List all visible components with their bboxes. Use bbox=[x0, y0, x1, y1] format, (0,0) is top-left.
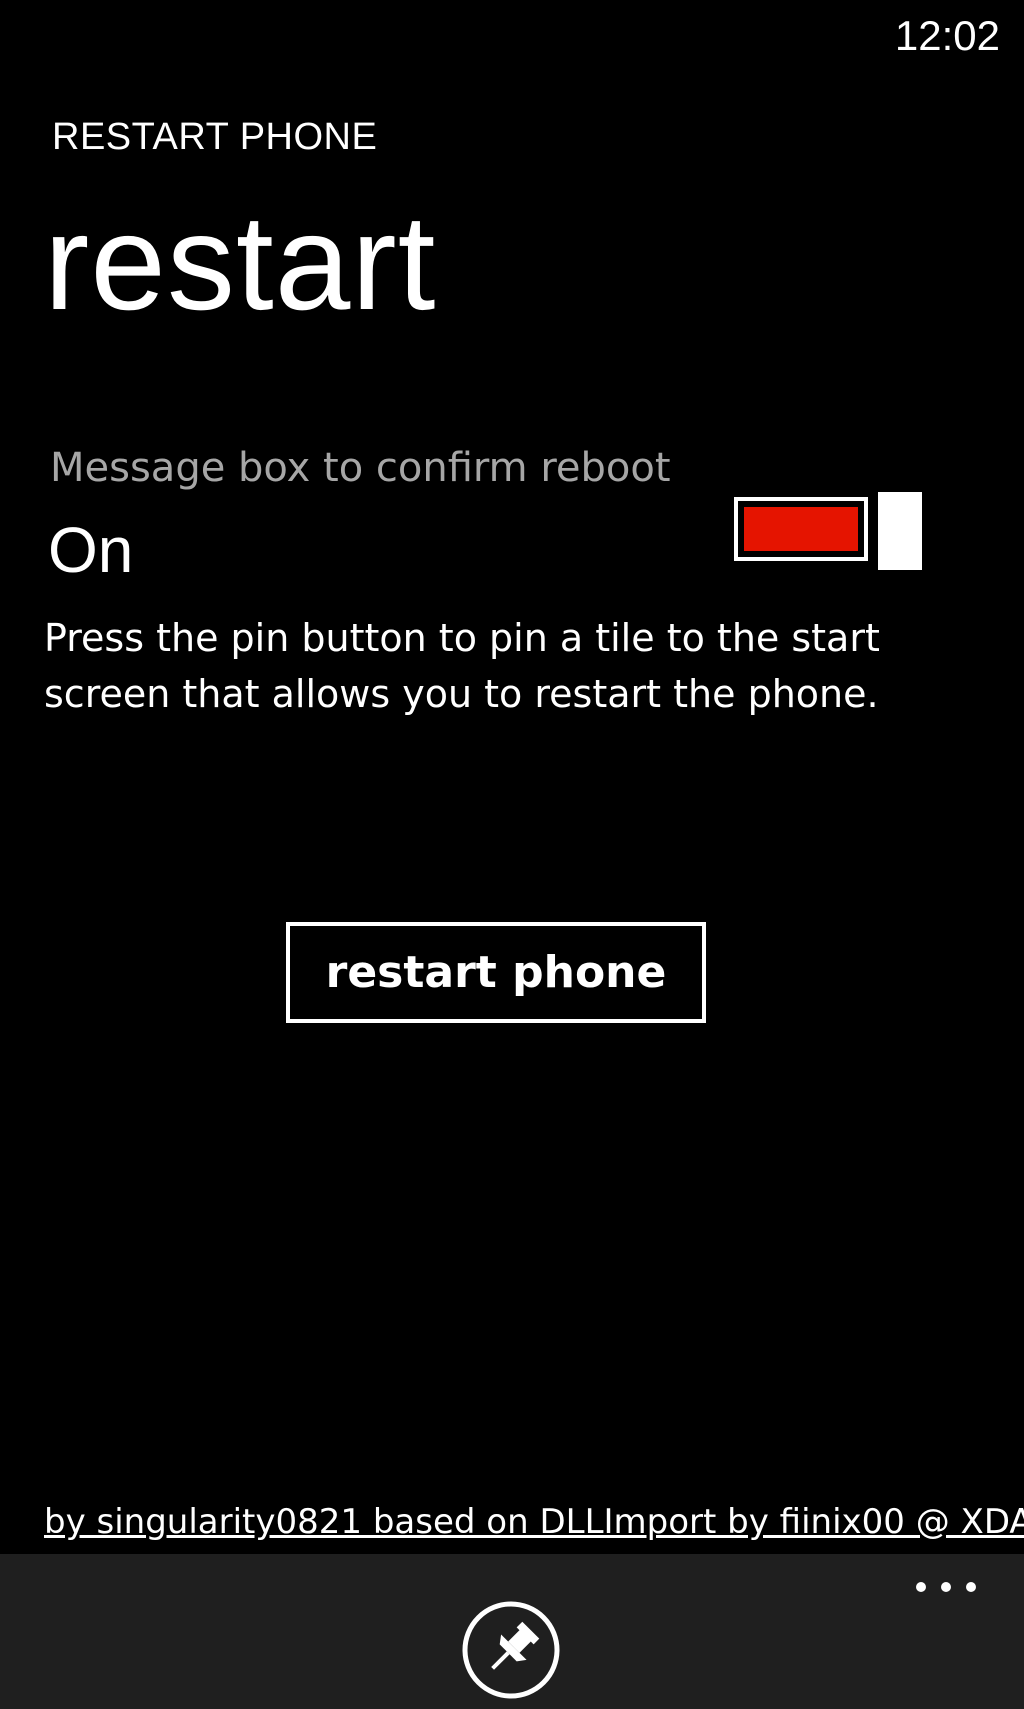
status-time: 12:02 bbox=[894, 12, 1000, 59]
confirm-reboot-value: On bbox=[48, 514, 134, 586]
toggle-fill bbox=[744, 507, 858, 551]
pin-button[interactable] bbox=[461, 1600, 561, 1700]
confirm-reboot-label: Message box to confirm reboot bbox=[50, 445, 671, 491]
app-bar bbox=[0, 1554, 1024, 1709]
ellipsis-dot bbox=[941, 1582, 951, 1592]
app-title: RESTART PHONE bbox=[52, 116, 378, 158]
confirm-reboot-toggle[interactable] bbox=[734, 492, 922, 570]
restart-phone-button[interactable]: restart phone bbox=[286, 922, 706, 1023]
ellipsis-icon[interactable] bbox=[916, 1572, 976, 1602]
ellipsis-dot bbox=[966, 1582, 976, 1592]
page-title: restart bbox=[44, 186, 437, 338]
pin-instructions: Press the pin button to pin a tile to th… bbox=[44, 616, 880, 716]
credits-link[interactable]: by singularity0821 based on DLLImport by… bbox=[44, 1500, 1024, 1544]
toggle-track bbox=[734, 497, 868, 561]
ellipsis-dot bbox=[916, 1582, 926, 1592]
toggle-thumb[interactable] bbox=[878, 492, 922, 570]
pin-icon bbox=[462, 1601, 560, 1699]
